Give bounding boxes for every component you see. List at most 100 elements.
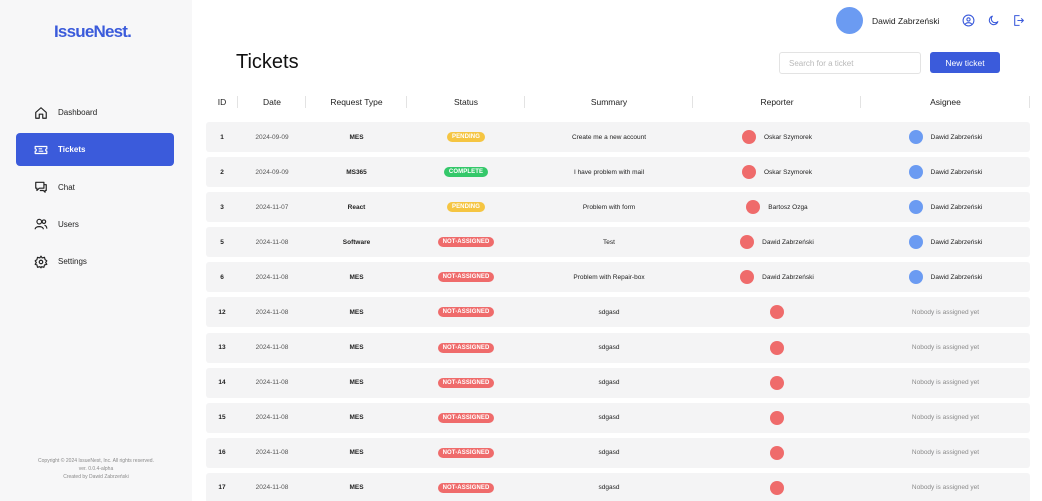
column-header-status[interactable]: Status [407, 92, 525, 112]
ticket-request-type: MES [349, 449, 364, 457]
footer-author: Created by Dawid Zabrzeński [63, 474, 129, 480]
ticket-request-type: MES [349, 379, 364, 387]
ticket-request-type: MS365 [346, 168, 367, 176]
new-ticket-button[interactable]: New ticket [930, 52, 1000, 73]
ticket-reporter: Dawid Zabrzeński [693, 227, 861, 257]
user-name: Dawid Zabrzeński [872, 16, 940, 26]
ticket-status-cell: PENDING [407, 192, 525, 222]
user-circle-icon[interactable] [961, 13, 975, 27]
reporter-avatar [770, 410, 784, 425]
sidebar-item-tickets[interactable]: Tickets [16, 133, 174, 167]
column-header-request-type[interactable]: Request Type [306, 92, 407, 112]
ticket-status-cell: NOT-ASSIGNED [407, 262, 525, 292]
app-logo[interactable]: IssueNest. [54, 22, 132, 42]
table-row[interactable]: 1 2024-09-09 MES PENDING Create me a new acc… [206, 122, 1030, 152]
ticket-date: 2024-09-09 [255, 133, 289, 141]
logout-icon[interactable] [1011, 13, 1025, 27]
ticket-request-type: MES [349, 484, 364, 492]
assignee-avatar [908, 235, 923, 250]
ticket-assignee: Dawid Zabrzeński [861, 122, 1030, 152]
assignee-avatar [908, 165, 923, 180]
ticket-date: 2024-11-08 [255, 238, 289, 246]
ticket-reporter: Dawid Zabrzeński [693, 262, 861, 292]
ticket-reporter: Oskar Szymorek [693, 157, 861, 187]
sidebar-item-settings[interactable]: Settings [16, 245, 174, 278]
sidebar-item-dashboard[interactable]: Dashboard [16, 96, 174, 129]
reporter-avatar [741, 165, 756, 180]
ticket-id: 15 [218, 414, 226, 422]
column-header-reporter[interactable]: Reporter [693, 92, 861, 112]
table-row[interactable]: 12 2024-11-08 MES NOT-ASSIGNED sdgasd Nobody … [206, 297, 1030, 328]
assignee-name: Dawid Zabrzeński [930, 133, 983, 141]
ticket-date: 2024-11-08 [255, 273, 289, 281]
ticket-id: 6 [220, 273, 224, 281]
reporter-avatar [746, 200, 761, 215]
table-row[interactable]: 2 2024-09-09 MS365 COMPLETE I have problem w… [206, 157, 1030, 188]
home-icon [34, 106, 48, 120]
ticket-status-cell: COMPLETE [407, 157, 525, 187]
table-row[interactable]: 13 2024-11-08 MES NOT-ASSIGNED sdgasd Nobody … [206, 332, 1030, 363]
ticket-id: 13 [218, 344, 226, 352]
table-row[interactable]: 17 2024-11-08 MES NOT-ASSIGNED sdgasd Nobody … [206, 472, 1030, 501]
footer-copyright: Copyright © 2024 IssueNest, Inc. All rig… [38, 458, 154, 464]
sidebar-item-label: Dashboard [58, 108, 98, 117]
assignee-name: Dawid Zabrzeński [930, 273, 983, 281]
ticket-status-cell: NOT-ASSIGNED [407, 438, 525, 468]
footer-version: ver. 0.0.4-alpha [78, 466, 114, 472]
ticket-summary: Create me a new account [571, 133, 647, 141]
ticket-date: 2024-11-08 [255, 379, 289, 387]
ticket-summary: I have problem with mail [573, 168, 645, 176]
sidebar-item-chat[interactable]: Chat [16, 171, 174, 204]
ticket-reporter [693, 438, 861, 468]
user-avatar[interactable] [836, 7, 863, 34]
ticket-request-type: MES [349, 344, 364, 352]
sidebar-item-label: Tickets [58, 145, 86, 155]
column-header-id[interactable]: ID [206, 92, 238, 112]
ticket-assignee: Dawid Zabrzeński [861, 157, 1030, 187]
ticket-id: 16 [218, 449, 226, 457]
status-badge: NOT-ASSIGNED [437, 447, 495, 458]
ticket-summary: Problem with form [582, 203, 636, 211]
unassigned-text: Nobody is assigned yet [911, 484, 980, 492]
assignee-name: Dawid Zabrzeński [930, 238, 983, 246]
table-row[interactable]: 16 2024-11-08 MES NOT-ASSIGNED sdgasd Nobody … [206, 437, 1030, 468]
ticket-reporter: Oskar Szymorek [693, 122, 861, 152]
ticket-status-cell: NOT-ASSIGNED [407, 297, 525, 327]
ticket-summary: sdgasd [598, 484, 620, 492]
chat-icon [34, 180, 48, 194]
table-row[interactable]: 15 2024-11-08 MES NOT-ASSIGNED sdgasd Nobody … [206, 402, 1030, 433]
sidebar-item-users[interactable]: Users [16, 208, 174, 241]
ticket-reporter [693, 368, 861, 398]
ticket-request-type: Software [342, 238, 371, 246]
status-badge: NOT-ASSIGNED [437, 342, 495, 353]
moon-icon[interactable] [986, 13, 1000, 27]
ticket-request-type: React [347, 203, 366, 211]
table-row[interactable]: 14 2024-11-08 MES NOT-ASSIGNED sdgasd Nobody … [206, 367, 1030, 398]
status-badge: NOT-ASSIGNED [437, 482, 495, 493]
ticket-reporter [693, 333, 861, 363]
table-row[interactable]: 3 2024-11-07 React PENDING Problem with form… [206, 192, 1030, 223]
sidebar: IssueNest. Dashboard Tickets Chat Users [0, 0, 192, 501]
status-badge: COMPLETE [443, 167, 489, 178]
ticket-summary: sdgasd [598, 308, 620, 316]
ticket-assignee: Dawid Zabrzeński [861, 262, 1030, 292]
ticket-assignee: Nobody is assigned yet [861, 403, 1030, 433]
ticket-id: 17 [218, 484, 226, 492]
search-input[interactable] [779, 52, 921, 74]
ticket-summary: sdgasd [598, 414, 620, 422]
reporter-avatar [770, 480, 784, 495]
table-row[interactable]: 5 2024-11-08 Software NOT-ASSIGNED Test Dawid… [206, 227, 1030, 258]
table-row[interactable]: 6 2024-11-08 MES NOT-ASSIGNED Problem with R… [206, 262, 1030, 293]
ticket-summary: sdgasd [598, 379, 620, 387]
column-header-date[interactable]: Date [238, 92, 306, 112]
column-header-summary[interactable]: Summary [525, 92, 693, 112]
ticket-assignee: Nobody is assigned yet [861, 297, 1030, 327]
ticket-assignee: Dawid Zabrzeński [861, 192, 1030, 222]
status-badge: NOT-ASSIGNED [437, 412, 495, 423]
status-badge: NOT-ASSIGNED [437, 377, 495, 388]
ticket-assignee: Nobody is assigned yet [861, 368, 1030, 398]
reporter-name: Oskar Szymorek [763, 168, 813, 176]
column-header-assignee[interactable]: Asignee [861, 92, 1030, 112]
sidebar-item-label: Chat [58, 182, 75, 192]
status-badge: PENDING [446, 202, 486, 213]
